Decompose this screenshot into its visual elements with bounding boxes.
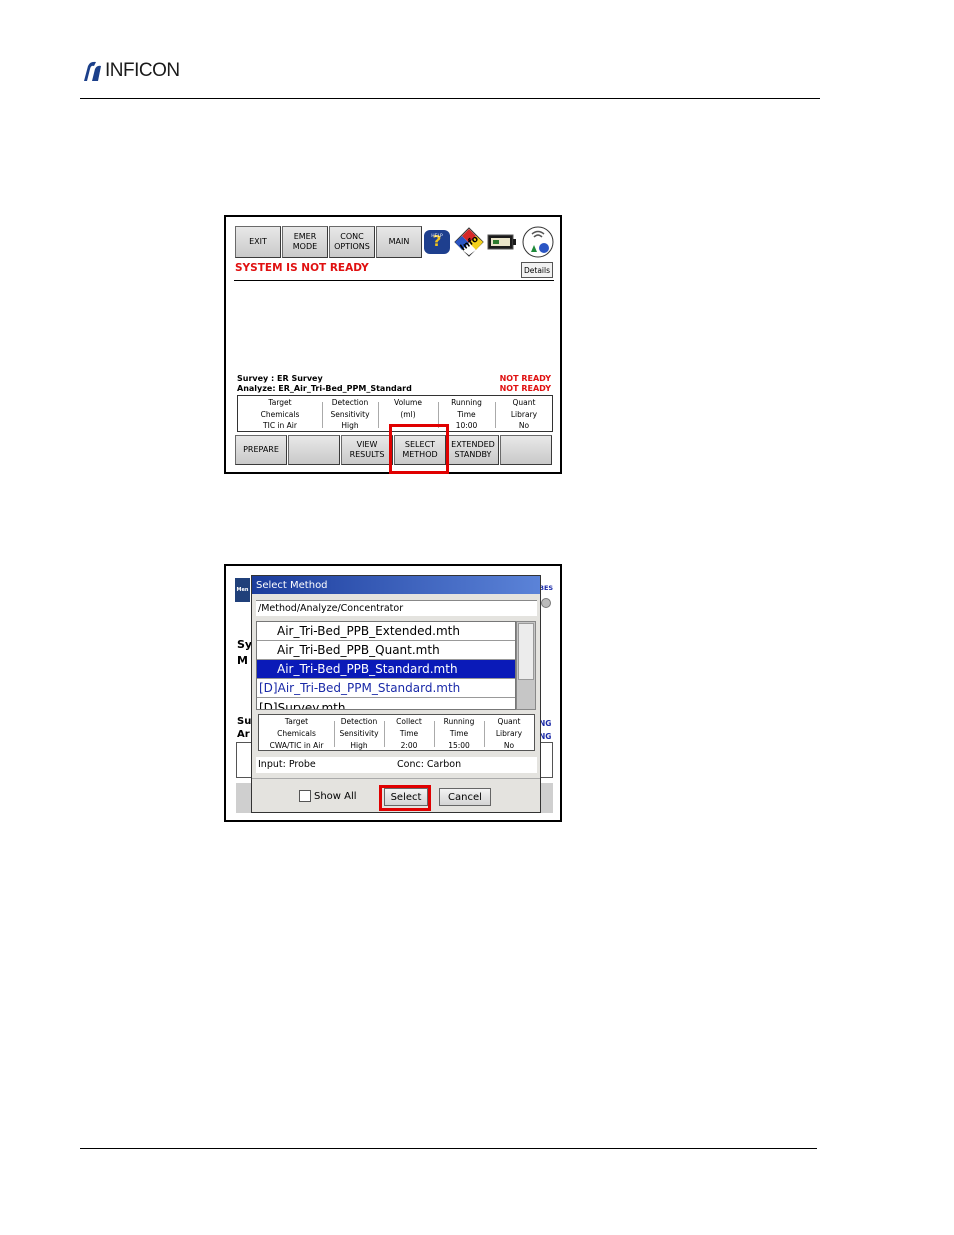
blank-softkey-1[interactable] bbox=[288, 435, 340, 465]
param-col-sensitivity: Detection Sensitivity High bbox=[322, 397, 378, 431]
select-button-highlight bbox=[379, 785, 431, 811]
logo-text: INFICON bbox=[105, 60, 180, 81]
prepare-button[interactable]: PREPARE bbox=[235, 435, 287, 465]
param-value: High bbox=[341, 421, 359, 430]
analyze-line: Analyze: ER_Air_Tri-Bed_PPM_Standard bbox=[237, 384, 412, 393]
param-col-target: Target Chemicals CWA/TIC in Air bbox=[259, 716, 334, 750]
background-text-fragment: Sy bbox=[237, 638, 253, 651]
view-results-button[interactable]: VIEW RESULTS bbox=[341, 435, 393, 465]
background-softkey-edge bbox=[236, 783, 251, 813]
file-list-scrollbar[interactable] bbox=[516, 621, 536, 710]
list-item[interactable]: [D]Survey.mth bbox=[257, 698, 515, 710]
background-text-fragment: Su bbox=[237, 716, 252, 727]
background-panel-edge bbox=[541, 742, 553, 778]
param-value: High bbox=[350, 740, 368, 750]
inficon-logo-icon bbox=[84, 61, 101, 81]
show-all-option[interactable]: Show All bbox=[299, 790, 357, 802]
dialog-divider bbox=[252, 778, 540, 779]
dialog-title: Select Method bbox=[252, 576, 540, 594]
param-value: No bbox=[503, 740, 515, 750]
list-item[interactable]: [D]Air_Tri-Bed_PPM_Standard.mth bbox=[257, 679, 515, 698]
param-header: Volume (ml) bbox=[394, 398, 422, 419]
select-method-dialog: Select Method /Method/Analyze/Concentrat… bbox=[251, 575, 541, 813]
select-method-highlight bbox=[389, 424, 449, 474]
param-value: No bbox=[518, 421, 530, 430]
inficon-logo: INFICON bbox=[80, 58, 200, 84]
dialog-parameters-table: Target Chemicals CWA/TIC in Air Detectio… bbox=[258, 714, 535, 751]
system-status-text: SYSTEM IS NOT READY bbox=[235, 262, 369, 274]
input-conc-row: Input: Probe Conc: Carbon bbox=[256, 757, 537, 773]
param-value: CWA/TIC in Air bbox=[269, 740, 324, 750]
conc-options-button[interactable]: CONC OPTIONS bbox=[329, 226, 375, 258]
screenshot-main-screen: EXIT EMER MODE CONC OPTIONS MAIN ? HELP … bbox=[224, 215, 562, 474]
param-header: Quant Library bbox=[510, 398, 538, 419]
analyze-state: NOT READY bbox=[499, 384, 551, 393]
exit-button[interactable]: EXIT bbox=[235, 226, 281, 258]
survey-line: Survey : ER Survey bbox=[237, 374, 323, 383]
param-col-target: Target Chemicals TIC in Air bbox=[238, 397, 322, 431]
background-text-fragment: Ar bbox=[237, 729, 250, 740]
help-icon[interactable]: ? HELP bbox=[422, 226, 452, 258]
param-header: Detection Sensitivity bbox=[339, 717, 379, 738]
conc-label: Conc: Carbon bbox=[397, 759, 462, 770]
param-value: 2:00 bbox=[400, 740, 418, 750]
main-button[interactable]: MAIN bbox=[376, 226, 422, 258]
extended-standby-button[interactable]: EXTENDED STANDBY bbox=[447, 435, 499, 465]
nfpa-info-icon[interactable]: Info bbox=[454, 226, 484, 258]
background-softkey-edge bbox=[541, 783, 553, 813]
svg-text:HELP: HELP bbox=[431, 233, 443, 239]
details-button[interactable]: Details bbox=[521, 262, 553, 278]
header-divider bbox=[80, 98, 820, 99]
blank-softkey-2[interactable] bbox=[500, 435, 552, 465]
method-path-field: /Method/Analyze/Concentrator bbox=[256, 600, 537, 616]
param-header: Running Time bbox=[443, 717, 475, 738]
param-header: Target Chemicals bbox=[277, 717, 316, 738]
battery-icon[interactable] bbox=[487, 226, 517, 258]
scrollbar-thumb[interactable] bbox=[518, 623, 534, 680]
param-col-collect-time: Collect Time 2:00 bbox=[384, 716, 434, 750]
background-text-fragment: BES bbox=[539, 584, 554, 592]
cancel-button[interactable]: Cancel bbox=[439, 788, 491, 806]
param-value: TIC in Air bbox=[263, 421, 297, 430]
param-col-sensitivity: Detection Sensitivity High bbox=[334, 716, 384, 750]
input-label: Input: Probe bbox=[258, 759, 316, 770]
param-col-quant-library: Quant Library No bbox=[495, 397, 553, 431]
param-header: Collect Time bbox=[396, 717, 422, 738]
method-file-list[interactable]: Air_Tri-Bed_PPB_Extended.mth Air_Tri-Bed… bbox=[256, 621, 516, 710]
param-value: 15:00 bbox=[448, 740, 470, 750]
list-item-selected[interactable]: Air_Tri-Bed_PPB_Standard.mth bbox=[257, 660, 515, 679]
param-col-running-time: Running Time 15:00 bbox=[434, 716, 484, 750]
background-round-icon bbox=[541, 598, 551, 608]
param-header: Detection Sensitivity bbox=[330, 398, 370, 419]
background-text-fragment: M bbox=[237, 654, 248, 667]
background-menu-button: Men bbox=[235, 578, 250, 602]
param-header: Quant Library bbox=[495, 717, 523, 738]
network-status-icon[interactable] bbox=[520, 226, 556, 258]
param-col-quant-library: Quant Library No bbox=[484, 716, 534, 750]
status-divider bbox=[234, 280, 554, 281]
screenshot-select-method-dialog: Men Sy M Su Ar BES NG NG Select Method /… bbox=[224, 564, 562, 822]
survey-state: NOT READY bbox=[499, 374, 551, 383]
emer-mode-button[interactable]: EMER MODE bbox=[282, 226, 328, 258]
param-header: Running Time bbox=[451, 398, 482, 419]
list-item[interactable]: Air_Tri-Bed_PPB_Quant.mth bbox=[257, 641, 515, 660]
list-item[interactable]: Air_Tri-Bed_PPB_Extended.mth bbox=[257, 622, 515, 641]
footer-divider bbox=[80, 1148, 817, 1149]
show-all-label: Show All bbox=[314, 790, 357, 802]
param-header: Target Chemicals bbox=[260, 398, 300, 419]
background-panel-edge bbox=[236, 742, 251, 778]
show-all-checkbox[interactable] bbox=[299, 790, 311, 802]
